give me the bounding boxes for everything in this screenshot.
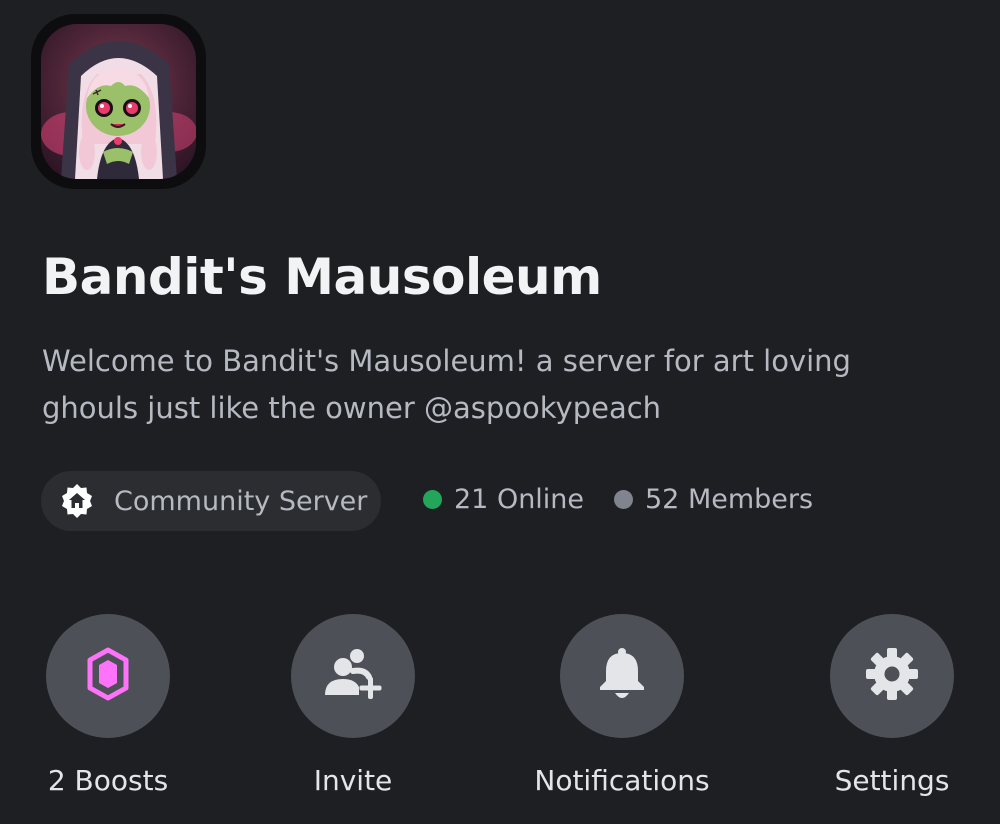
online-label: 21 Online (454, 484, 585, 515)
boosts-circle[interactable] (46, 614, 170, 738)
community-server-badge[interactable]: Community Server (41, 471, 381, 531)
bell-icon (598, 647, 646, 705)
invite-label: Invite (313, 764, 393, 797)
settings-label: Settings (834, 764, 950, 797)
online-count: 21 Online (423, 484, 584, 515)
invite-circle[interactable] (291, 614, 415, 738)
boosts-label: 2 Boosts (47, 764, 169, 797)
notifications-label: Notifications (534, 764, 710, 797)
server-icon-frame[interactable] (31, 14, 206, 189)
add-user-icon (323, 647, 383, 705)
notifications-circle[interactable] (560, 614, 684, 738)
boosts-button[interactable]: 2 Boosts (8, 614, 208, 797)
members-label: 52 Members (645, 484, 814, 515)
server-name: Bandit's Mausoleum (42, 248, 602, 306)
boost-gem-icon (86, 647, 130, 705)
notifications-button[interactable]: Notifications (522, 614, 722, 797)
settings-button[interactable]: Settings (792, 614, 992, 797)
member-count: 52 Members (614, 484, 813, 515)
settings-circle[interactable] (830, 614, 954, 738)
server-avatar[interactable] (41, 24, 196, 179)
online-status-dot (423, 490, 442, 509)
gear-icon (863, 645, 921, 707)
invite-button[interactable]: Invite (253, 614, 453, 797)
server-description: Welcome to Bandit's Mausoleum! a server … (42, 344, 851, 425)
home-icon (59, 483, 95, 519)
members-status-dot (614, 490, 633, 509)
badge-label: Community Server (114, 485, 368, 517)
